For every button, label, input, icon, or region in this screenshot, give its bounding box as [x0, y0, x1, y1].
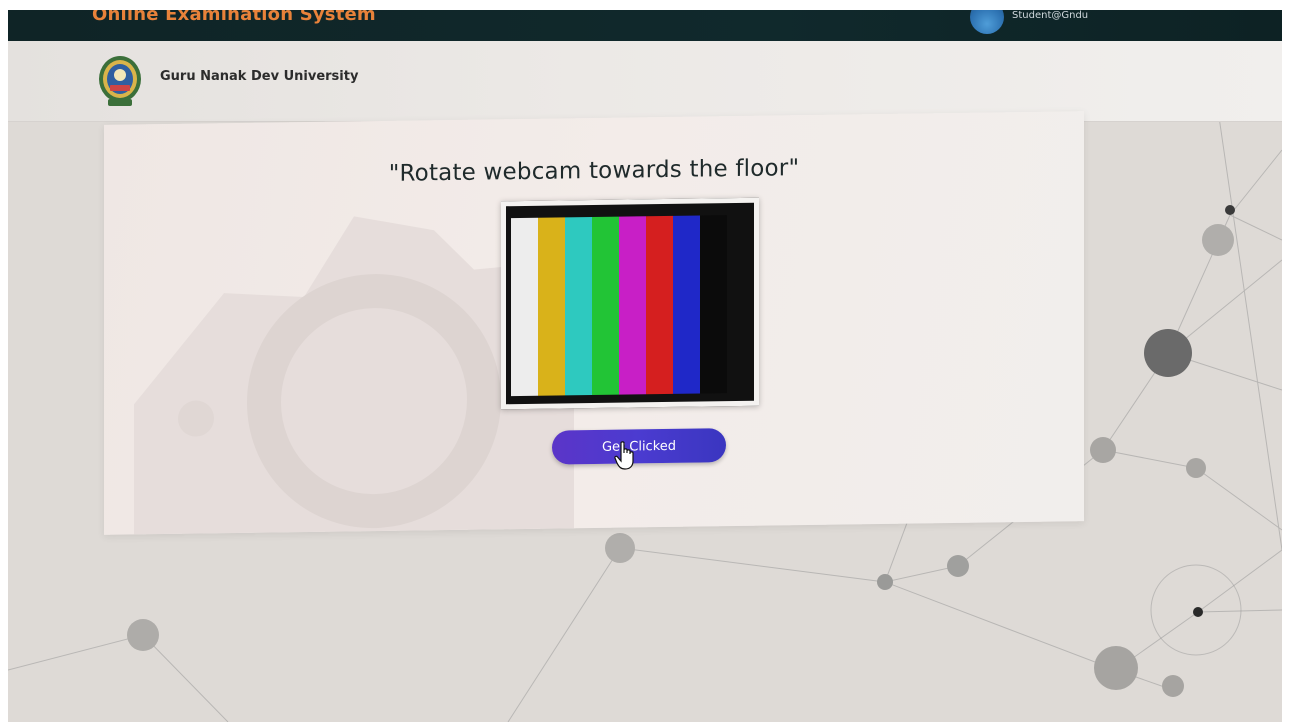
color-bar: [700, 215, 727, 394]
university-logo: [99, 56, 141, 106]
color-bar: [592, 216, 619, 396]
webcam-preview: [501, 197, 759, 410]
color-bar: [538, 217, 565, 396]
university-name: Guru Nanak Dev University: [160, 69, 359, 84]
user-avatar[interactable]: [970, 10, 1004, 34]
top-bar: Online Examination System Student@Gndu: [8, 10, 1282, 41]
color-bar: [511, 217, 538, 397]
color-bar: [673, 215, 700, 394]
get-clicked-button[interactable]: Get Clicked: [552, 428, 726, 465]
color-bar: [646, 215, 673, 395]
color-bar: [619, 216, 646, 395]
webcam-check-card: "Rotate webcam towards the floor" Get Cl…: [104, 111, 1084, 535]
color-bar: [565, 217, 592, 396]
app-title: Online Examination System: [92, 10, 376, 25]
screen: Online Examination System Student@Gndu G…: [8, 10, 1282, 722]
user-email: Student@Gndu: [1012, 10, 1089, 21]
hand-cursor-icon: [614, 441, 634, 470]
university-header: Guru Nanak Dev University: [8, 41, 1282, 122]
color-bars-test-pattern: [511, 215, 727, 397]
